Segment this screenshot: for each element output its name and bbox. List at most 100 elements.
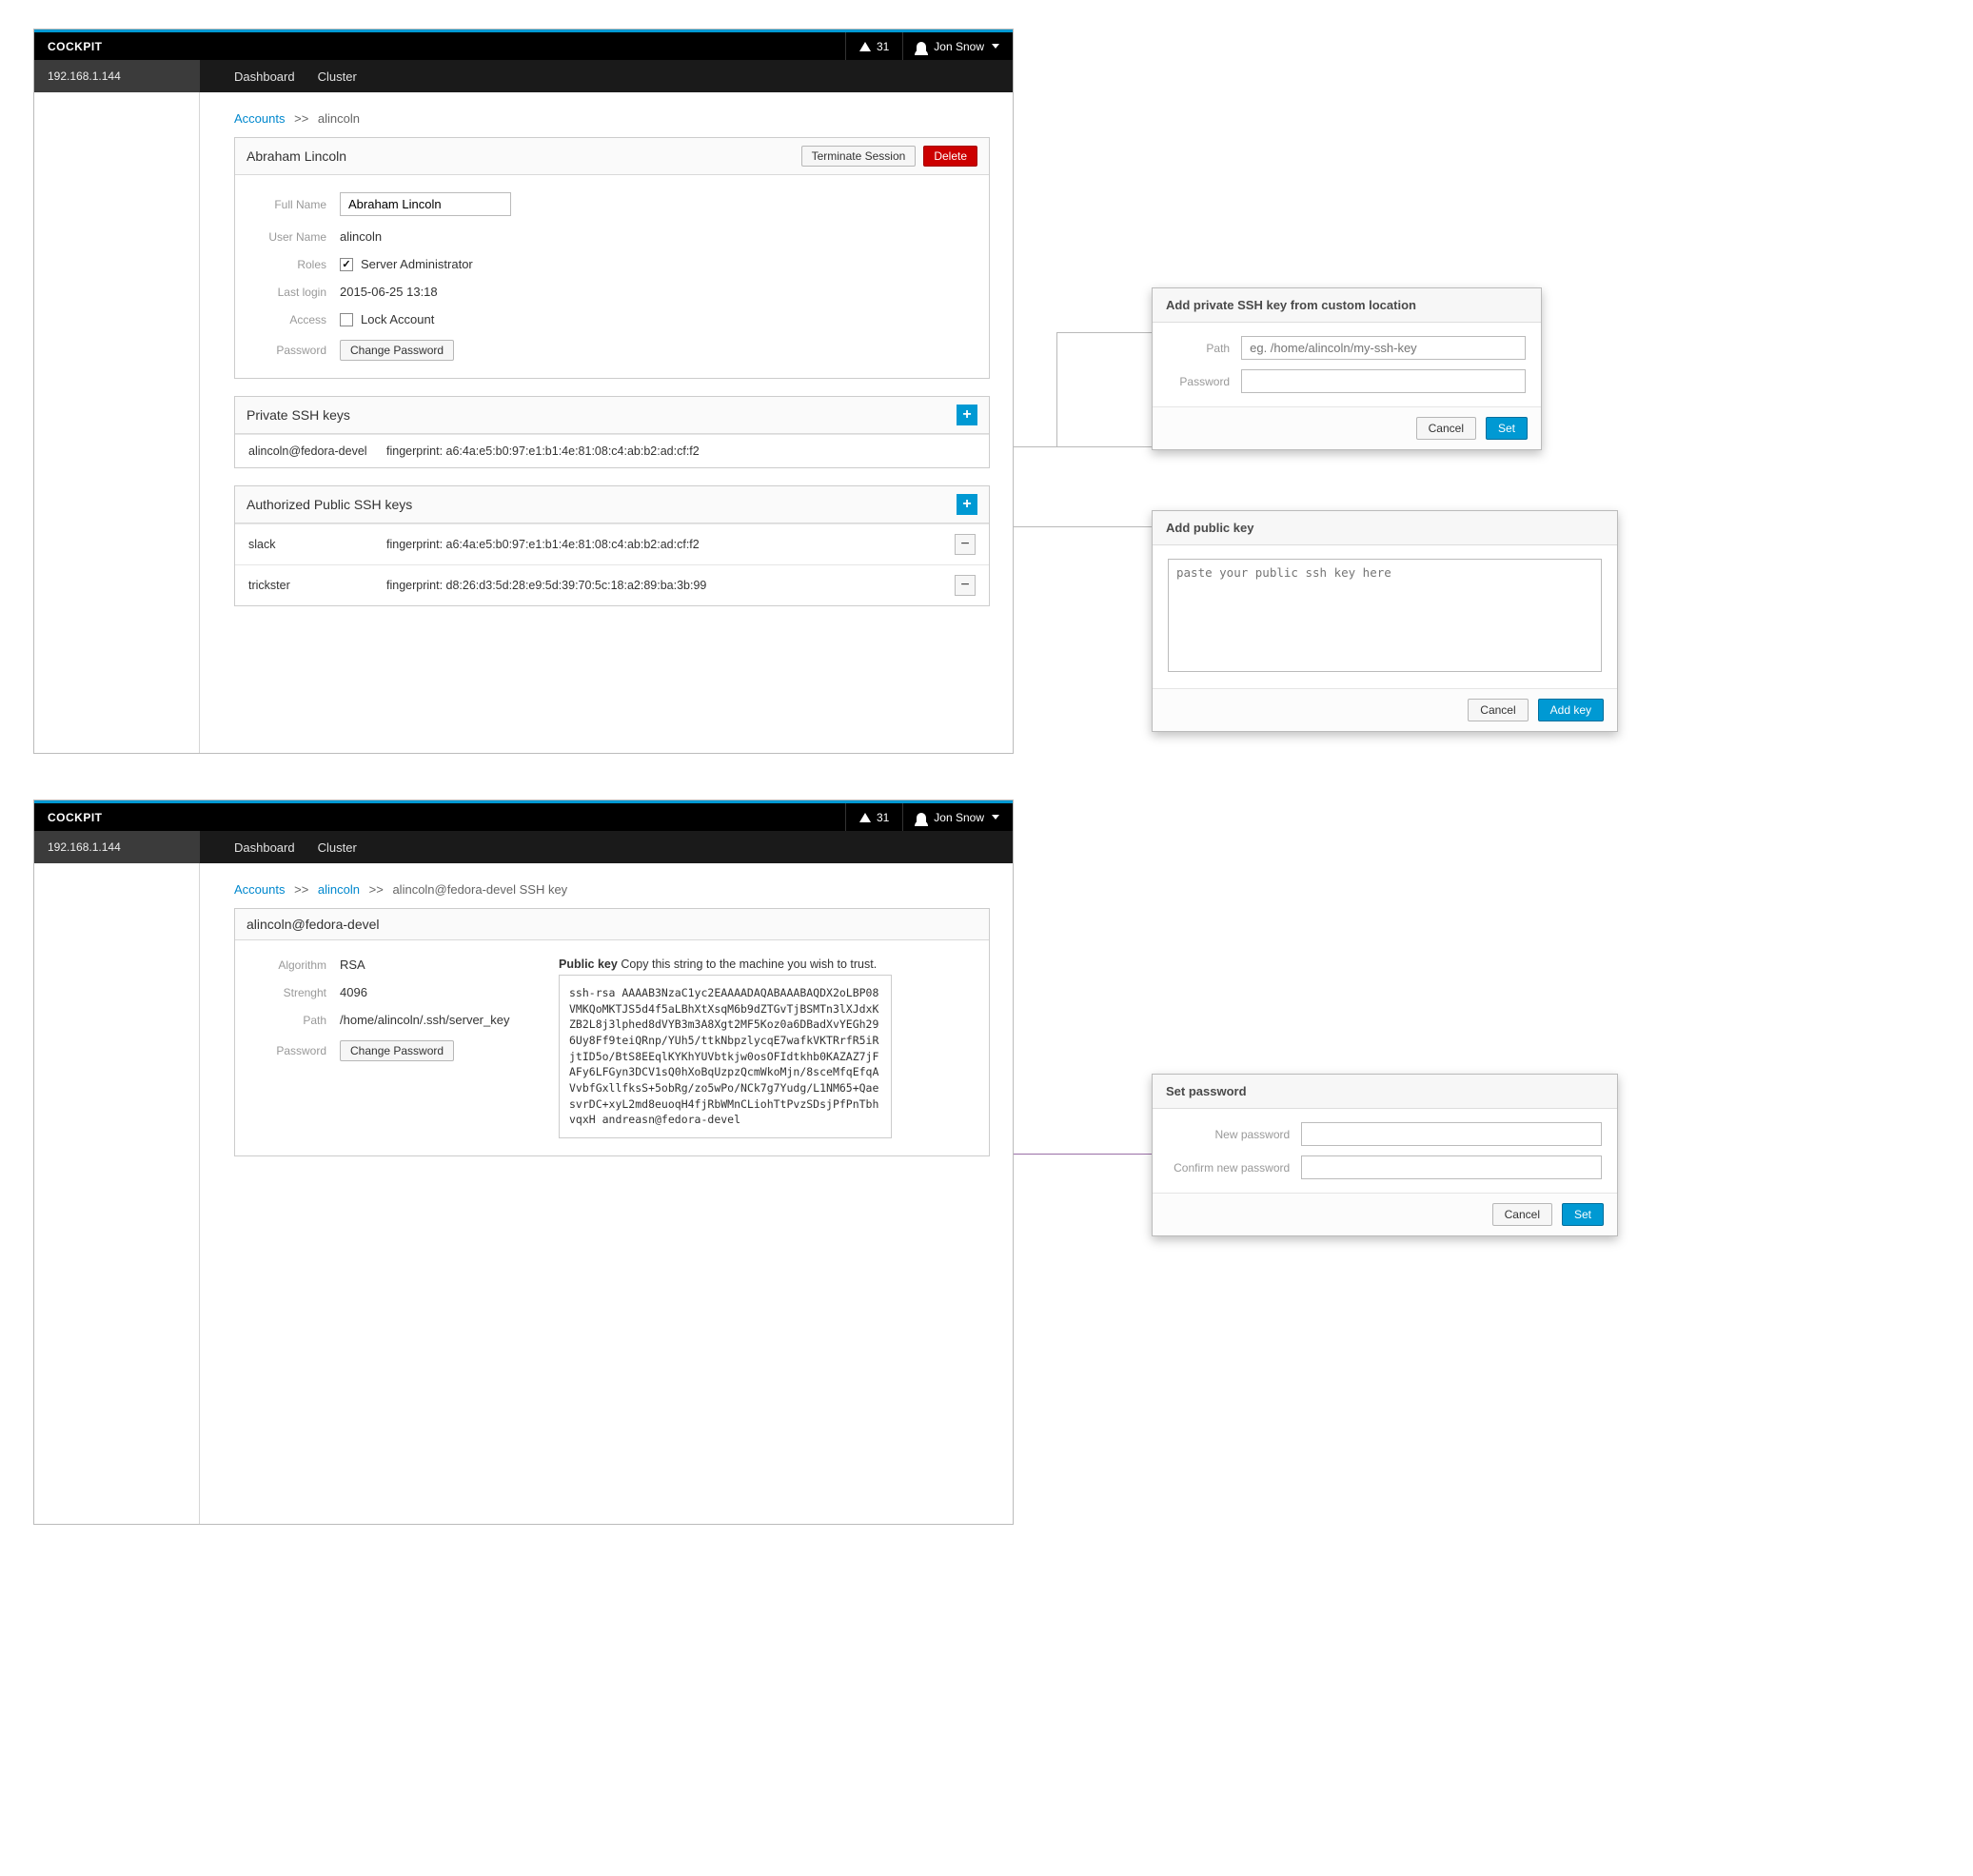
dialog-title: Add public key [1153, 511, 1617, 545]
private-key-name: alincoln@fedora-devel [248, 444, 386, 458]
user-name: Jon Snow [934, 811, 984, 824]
topbar: COCKPIT 31 Jon Snow [34, 800, 1013, 831]
private-key-fingerprint: fingerprint: a6:4a:e5:b0:97:e1:b1:4e:81:… [386, 444, 976, 458]
host-selector[interactable]: 192.168.1.144 [34, 831, 200, 863]
public-key-text[interactable]: ssh-rsa AAAAB3NzaC1yc2EAAAADAQABAAABAQDX… [559, 975, 892, 1138]
connector-line [1056, 332, 1057, 446]
cockpit-window-sshkey: COCKPIT 31 Jon Snow 192.168.1.144 Dashbo… [33, 800, 1014, 1525]
add-private-key-button[interactable]: + [957, 405, 977, 425]
cancel-button[interactable]: Cancel [1416, 417, 1476, 440]
brand: COCKPIT [48, 811, 103, 824]
set-button[interactable]: Set [1486, 417, 1528, 440]
nav-dashboard[interactable]: Dashboard [234, 69, 295, 84]
alert-count: 31 [877, 40, 889, 53]
change-key-password-button[interactable]: Change Password [340, 1040, 454, 1061]
cockpit-window-account: COCKPIT 31 Jon Snow 192.168.1.144 Dashbo… [33, 29, 1014, 754]
access-label: Access [254, 313, 326, 326]
roles-label: Roles [254, 258, 326, 271]
warning-icon [859, 813, 871, 822]
caret-down-icon [992, 44, 999, 49]
public-key-name: trickster [248, 579, 386, 592]
set-button[interactable]: Set [1562, 1203, 1604, 1226]
private-keys-title: Private SSH keys [247, 407, 350, 423]
sshkey-title: alincoln@fedora-devel [247, 917, 380, 932]
lock-account-label: Lock Account [361, 312, 434, 326]
public-key-fingerprint: fingerprint: d8:26:d3:5d:28:e9:5d:39:70:… [386, 579, 955, 592]
strength-value: 4096 [340, 985, 367, 999]
breadcrumb-accounts[interactable]: Accounts [234, 882, 285, 897]
user-icon [917, 813, 926, 822]
account-title: Abraham Lincoln [247, 148, 346, 164]
add-key-button[interactable]: Add key [1538, 699, 1604, 721]
public-key-caption: Public key Copy this string to the machi… [559, 958, 970, 971]
cancel-button[interactable]: Cancel [1492, 1203, 1552, 1226]
breadcrumb-user[interactable]: alincoln [318, 882, 360, 897]
private-key-password-input[interactable] [1241, 369, 1526, 393]
breadcrumb: Accounts >> alincoln [234, 111, 990, 126]
algorithm-value: RSA [340, 958, 365, 972]
delete-account-button[interactable]: Delete [923, 146, 977, 167]
role-admin-checkbox[interactable] [340, 258, 353, 271]
strength-label: Strenght [254, 986, 326, 999]
private-key-row: alincoln@fedora-devel fingerprint: a6:4a… [235, 434, 989, 467]
user-name: Jon Snow [934, 40, 984, 53]
caret-down-icon [992, 815, 999, 820]
breadcrumb: Accounts >> alincoln >> alincoln@fedora-… [234, 882, 990, 897]
public-key-name: slack [248, 538, 386, 551]
sshkey-panel: alincoln@fedora-devel Algorithm RSA Stre… [234, 908, 990, 1156]
path-label: Path [254, 1014, 326, 1027]
nav-row: 192.168.1.144 Dashboard Cluster [34, 831, 1013, 863]
public-keys-title: Authorized Public SSH keys [247, 497, 412, 512]
remove-public-key-button[interactable]: − [955, 575, 976, 596]
nav-dashboard[interactable]: Dashboard [234, 840, 295, 855]
dialog-title: Add private SSH key from custom location [1153, 288, 1541, 323]
lock-account-checkbox[interactable] [340, 313, 353, 326]
path-value: /home/alincoln/.ssh/server_key [340, 1013, 509, 1027]
terminate-session-button[interactable]: Terminate Session [801, 146, 917, 167]
change-password-button[interactable]: Change Password [340, 340, 454, 361]
warning-icon [859, 42, 871, 51]
public-key-fingerprint: fingerprint: a6:4a:e5:b0:97:e1:b1:4e:81:… [386, 538, 955, 551]
last-login-label: Last login [254, 286, 326, 299]
user-name-label: User Name [254, 230, 326, 244]
user-menu[interactable]: Jon Snow [903, 811, 999, 824]
add-public-key-button[interactable]: + [957, 494, 977, 515]
account-panel: Abraham Lincoln Terminate Session Delete… [234, 137, 990, 379]
nav-row: 192.168.1.144 Dashboard Cluster [34, 60, 1013, 92]
remove-public-key-button[interactable]: − [955, 534, 976, 555]
user-menu[interactable]: Jon Snow [903, 40, 999, 53]
full-name-label: Full Name [254, 198, 326, 211]
dialog-add-private-key: Add private SSH key from custom location… [1152, 287, 1542, 450]
host-selector[interactable]: 192.168.1.144 [34, 60, 200, 92]
public-key-row: slack fingerprint: a6:4a:e5:b0:97:e1:b1:… [235, 523, 989, 564]
private-key-path-input[interactable] [1241, 336, 1526, 360]
keypw-label: Password [254, 1044, 326, 1057]
path-label: Path [1168, 342, 1230, 355]
new-password-input[interactable] [1301, 1122, 1602, 1146]
dialog-title: Set password [1153, 1075, 1617, 1109]
nav-cluster[interactable]: Cluster [318, 69, 357, 84]
user-icon [917, 42, 926, 51]
alerts-indicator[interactable]: 31 [845, 803, 903, 831]
public-keys-panel: Authorized Public SSH keys + slack finge… [234, 485, 990, 606]
algorithm-label: Algorithm [254, 958, 326, 972]
breadcrumb-leaf: alincoln@fedora-devel SSH key [392, 882, 567, 897]
dialog-add-public-key: Add public key Cancel Add key [1152, 510, 1618, 732]
confirm-password-label: Confirm new password [1168, 1161, 1290, 1175]
confirm-password-input[interactable] [1301, 1155, 1602, 1179]
brand: COCKPIT [48, 40, 103, 53]
connector-line [1056, 332, 1152, 333]
topbar: COCKPIT 31 Jon Snow [34, 30, 1013, 60]
alert-count: 31 [877, 811, 889, 824]
password-label: Password [254, 344, 326, 357]
cancel-button[interactable]: Cancel [1468, 699, 1528, 721]
nav-cluster[interactable]: Cluster [318, 840, 357, 855]
breadcrumb-accounts[interactable]: Accounts [234, 111, 285, 126]
public-key-textarea[interactable] [1168, 559, 1602, 672]
alerts-indicator[interactable]: 31 [845, 32, 903, 60]
private-keys-panel: Private SSH keys + alincoln@fedora-devel… [234, 396, 990, 468]
new-password-label: New password [1168, 1128, 1290, 1141]
password-label: Password [1168, 375, 1230, 388]
full-name-input[interactable] [340, 192, 511, 216]
user-name-value: alincoln [340, 229, 382, 244]
